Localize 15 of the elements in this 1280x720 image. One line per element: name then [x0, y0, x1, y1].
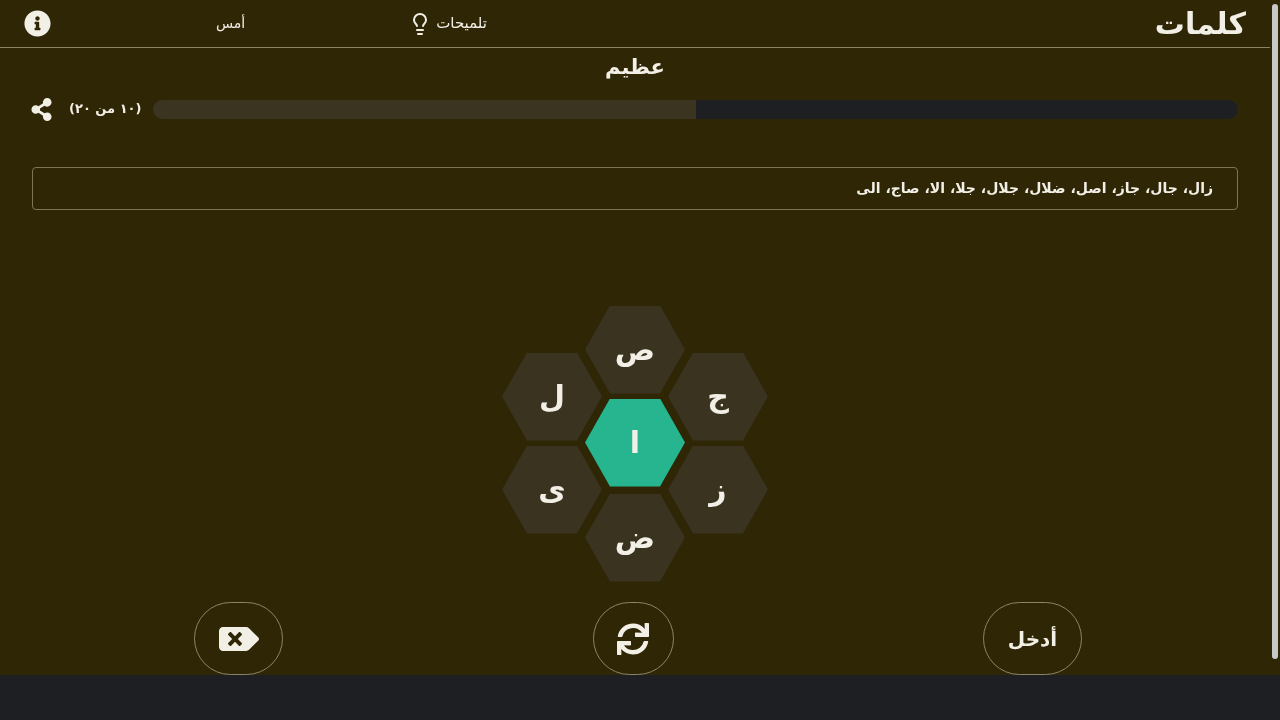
- letter-tile[interactable]: ز: [668, 445, 768, 534]
- progress-reading: (١٠ من ٢٠): [69, 100, 142, 119]
- info-icon[interactable]: [24, 10, 51, 37]
- rank-label: عظيم: [605, 54, 665, 81]
- app-title: كلمات: [1154, 5, 1246, 43]
- letter-tile[interactable]: ض: [585, 493, 685, 582]
- letter-tile[interactable]: ص: [585, 305, 685, 394]
- hints-button[interactable]: تلميحات: [408, 11, 487, 36]
- letter-tile[interactable]: ل: [502, 352, 602, 441]
- refresh-icon: [617, 622, 649, 655]
- letter-tile[interactable]: ى: [502, 445, 602, 534]
- found-words-box: زال، جال، جاز، اصل، ضلال، جلال، جلا، الا، صاج، الى: [32, 166, 1238, 210]
- letter-tile[interactable]: ج: [668, 352, 768, 441]
- share-icon[interactable]: [30, 97, 53, 121]
- yesterday-link[interactable]: أمس: [216, 13, 246, 34]
